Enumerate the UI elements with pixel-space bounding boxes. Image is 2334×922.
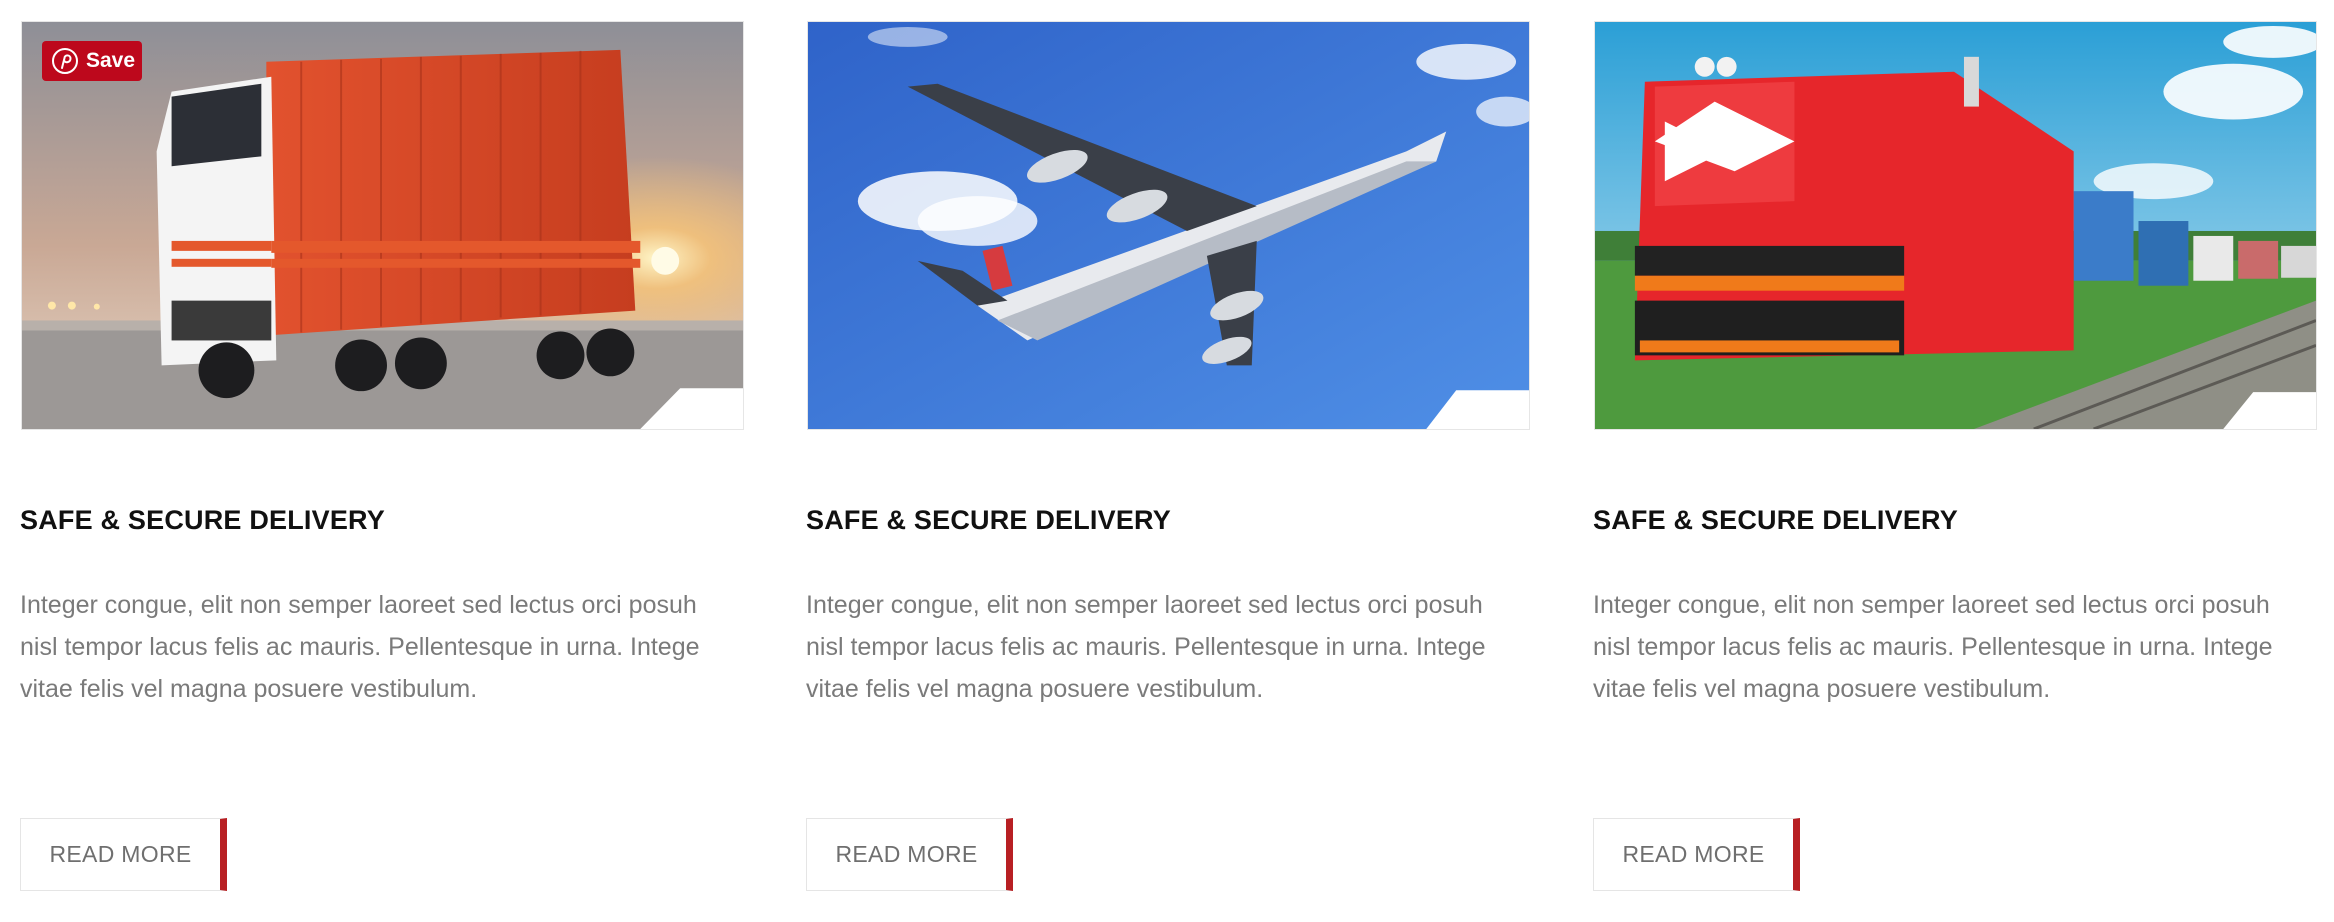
card-description-line: Integer congue, elit non semper laoreet … [806, 591, 1483, 619]
read-more-button[interactable]: READ MORE [20, 818, 227, 891]
truck-image: Save [21, 21, 744, 430]
card-title: SAFE & SECURE DELIVERY [806, 505, 1171, 535]
card-title: SAFE & SECURE DELIVERY [20, 505, 385, 535]
read-more-button[interactable]: READ MORE [1593, 818, 1800, 891]
read-more-button[interactable]: READ MORE [806, 818, 1013, 891]
train-photo [1595, 22, 2316, 429]
services-section: Save SAFE & SECURE DELIVERY Integer cong… [0, 0, 2334, 922]
truck-photo [22, 22, 743, 429]
card-description-line: vitae felis vel magna posuere vestibulum… [1593, 675, 2051, 703]
card-description-line: nisl tempor lacus felis ac mauris. Pelle… [806, 633, 1486, 661]
service-card-train: SAFE & SECURE DELIVERY Integer congue, e… [1593, 0, 2320, 922]
train-image [1594, 21, 2317, 430]
card-description-line: Integer congue, elit non semper laoreet … [20, 591, 697, 619]
card-description-line: vitae felis vel magna posuere vestibulum… [20, 675, 478, 703]
service-card-airplane: SAFE & SECURE DELIVERY Integer congue, e… [806, 0, 1533, 922]
card-title: SAFE & SECURE DELIVERY [1593, 505, 1958, 535]
card-description: Integer congue, elit non semper laoreet … [806, 584, 1533, 710]
card-description-line: nisl tempor lacus felis ac mauris. Pelle… [20, 633, 700, 661]
card-description: Integer congue, elit non semper laoreet … [20, 584, 747, 710]
service-card-truck: Save SAFE & SECURE DELIVERY Integer cong… [20, 0, 747, 922]
save-label: Save [86, 49, 136, 72]
airplane-photo [808, 22, 1529, 429]
card-description-line: vitae felis vel magna posuere vestibulum… [806, 675, 1264, 703]
airplane-image [807, 21, 1530, 430]
card-description: Integer congue, elit non semper laoreet … [1593, 584, 2320, 710]
pinterest-save-button[interactable]: Save [42, 41, 142, 81]
card-description-line: Integer congue, elit non semper laoreet … [1593, 591, 2270, 619]
pinterest-icon [52, 48, 78, 74]
card-description-line: nisl tempor lacus felis ac mauris. Pelle… [1593, 633, 2273, 661]
